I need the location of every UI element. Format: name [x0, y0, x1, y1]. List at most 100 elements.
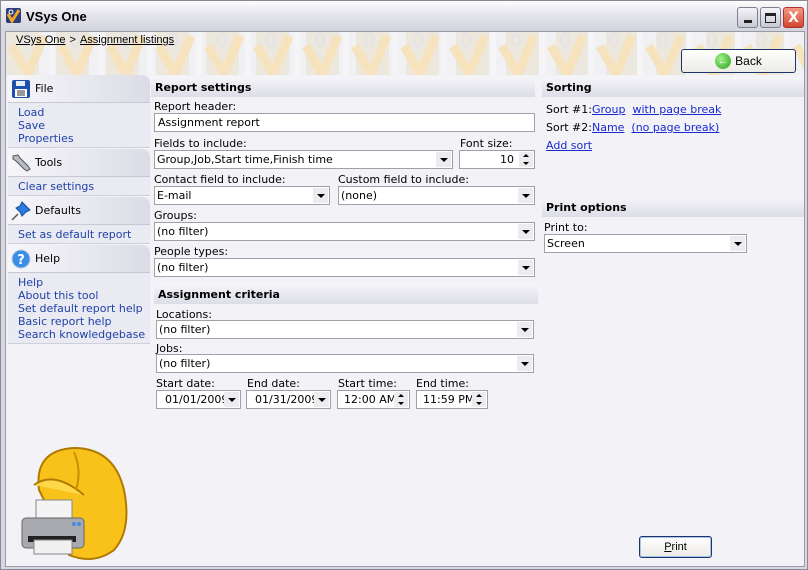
report-settings-header: Report settings [151, 77, 535, 97]
fields-value: Group,Job,Start time,Finish time [157, 153, 333, 166]
maximize-icon [765, 12, 776, 23]
start-date-label: Start date: [156, 377, 215, 390]
font-size-stepper[interactable]: 10 [459, 150, 535, 169]
sidebar-section-defaults[interactable]: Defaults [8, 197, 150, 224]
sidebar-section-title: Help [35, 252, 61, 265]
maximize-button[interactable] [760, 7, 781, 28]
sidebar-link-search-knowledgebase[interactable]: Search knowledgebase [18, 328, 150, 341]
chevron-down-icon[interactable] [518, 224, 533, 239]
sort-1-page-break-link[interactable]: with page break [632, 103, 721, 116]
start-time-label: Start time: [338, 377, 397, 390]
sort-2-prefix: Sort #2: [546, 121, 592, 134]
start-date-value: 01/01/2009 [165, 393, 229, 406]
print-label: rint [671, 541, 687, 553]
breadcrumb: VSys One > Assignment listings [16, 34, 174, 46]
floppy-disk-icon [10, 78, 32, 100]
end-time-label: End time: [416, 377, 469, 390]
contact-field-dropdown[interactable]: E-mail [154, 186, 330, 205]
sidebar-link-properties[interactable]: Properties [18, 132, 150, 145]
back-button[interactable]: ← Back [681, 49, 796, 73]
people-types-value: (no filter) [157, 261, 209, 274]
font-size-label: Font size: [460, 137, 513, 150]
sidebar-link-clear-settings[interactable]: Clear settings [18, 180, 150, 193]
app-logo-icon [6, 8, 21, 23]
sidebar-tools-links: Clear settings [8, 176, 150, 196]
print-accelerator: P [664, 541, 672, 553]
groups-label: Groups: [154, 209, 197, 222]
sort-2-field-link[interactable]: Name [592, 121, 624, 134]
back-arrow-icon: ← [715, 53, 732, 69]
minimize-button[interactable] [737, 7, 758, 28]
sidebar-link-load[interactable]: Load [18, 106, 150, 119]
people-types-dropdown[interactable]: (no filter) [154, 258, 535, 277]
chevron-down-icon[interactable] [518, 260, 533, 275]
add-sort-row: Add sort [546, 139, 592, 152]
start-time-value: 12:00 AM [344, 393, 397, 406]
start-time-stepper[interactable]: 12:00 AM [337, 390, 410, 409]
sorting-header: Sorting [542, 77, 804, 97]
sidebar-help-links: Help About this tool Set default report … [8, 272, 150, 344]
end-time-stepper[interactable]: 11:59 PM [416, 390, 488, 409]
sort-1-field-link[interactable]: Group [592, 103, 626, 116]
sidebar-link-set-default-report[interactable]: Set as default report [18, 228, 150, 241]
print-to-dropdown[interactable]: Screen [544, 234, 747, 253]
end-date-picker[interactable]: 01/31/2009 [246, 390, 331, 409]
sidebar-link-save[interactable]: Save [18, 119, 150, 132]
font-size-value: 10 [500, 153, 514, 166]
chevron-down-icon[interactable] [436, 152, 451, 167]
fields-dropdown[interactable]: Group,Job,Start time,Finish time [154, 150, 453, 169]
report-header-input[interactable]: Assignment report [154, 113, 535, 132]
contact-field-label: Contact field to include: [154, 173, 286, 186]
breadcrumb-current-link[interactable]: Assignment listings [80, 34, 174, 46]
sidebar-link-help[interactable]: Help [18, 276, 150, 289]
title-bar[interactable]: VSys One X [1, 1, 807, 31]
spinner-arrows-icon[interactable] [394, 392, 408, 407]
chevron-down-icon[interactable] [313, 188, 328, 203]
contact-field-value: E-mail [157, 189, 192, 202]
sort-2-page-break-link[interactable]: (no page break) [631, 121, 719, 134]
end-date-value: 01/31/2009 [255, 393, 319, 406]
spinner-arrows-icon[interactable] [472, 392, 486, 407]
custom-field-dropdown[interactable]: (none) [338, 186, 535, 205]
groups-value: (no filter) [157, 225, 209, 238]
chevron-down-icon[interactable] [518, 188, 533, 203]
print-to-value: Screen [547, 237, 585, 250]
print-options-header: Print options [542, 197, 804, 217]
locations-dropdown[interactable]: (no filter) [156, 320, 534, 339]
sidebar-link-basic-report-help[interactable]: Basic report help [18, 315, 150, 328]
chevron-down-icon[interactable] [517, 322, 532, 337]
people-types-label: People types: [154, 245, 229, 258]
jobs-dropdown[interactable]: (no filter) [156, 354, 534, 373]
sidebar-file-links: Load Save Properties [8, 102, 150, 148]
print-to-label: Print to: [544, 221, 588, 234]
add-sort-link[interactable]: Add sort [546, 139, 592, 152]
print-button[interactable]: Print [639, 536, 712, 558]
sidebar-link-default-report-help[interactable]: Set default report help [18, 302, 150, 315]
start-date-picker[interactable]: 01/01/2009 [156, 390, 241, 409]
report-header-label: Report header: [154, 100, 237, 113]
chevron-down-icon[interactable] [224, 392, 239, 407]
spinner-arrows-icon[interactable] [519, 152, 533, 167]
close-button[interactable]: X [783, 7, 804, 28]
fields-label: Fields to include: [154, 137, 247, 150]
client-area: VSys One > Assignment listings ← Back File… [5, 31, 805, 567]
sidebar-section-file[interactable]: File [8, 75, 150, 102]
end-time-value: 11:59 PM [423, 393, 475, 406]
sidebar-section-help[interactable]: ? Help [8, 245, 150, 272]
breadcrumb-home-link[interactable]: VSys One [16, 34, 66, 46]
end-date-label: End date: [247, 377, 300, 390]
wrench-icon [10, 152, 32, 174]
help-icon: ? [10, 248, 32, 270]
chevron-down-icon[interactable] [314, 392, 329, 407]
banner: VSys One > Assignment listings ← Back [6, 32, 804, 75]
sidebar-section-tools[interactable]: Tools [8, 149, 150, 176]
svg-text:?: ? [17, 253, 25, 268]
sidebar-section-title: File [35, 82, 54, 95]
chevron-down-icon[interactable] [730, 236, 745, 251]
sidebar-link-about[interactable]: About this tool [18, 289, 150, 302]
sidebar-section-title: Defaults [35, 204, 81, 217]
sort-row-1: Sort #1:Group with page break [546, 103, 721, 116]
groups-dropdown[interactable]: (no filter) [154, 222, 535, 241]
chevron-down-icon[interactable] [517, 356, 532, 371]
custom-field-value: (none) [341, 189, 378, 202]
